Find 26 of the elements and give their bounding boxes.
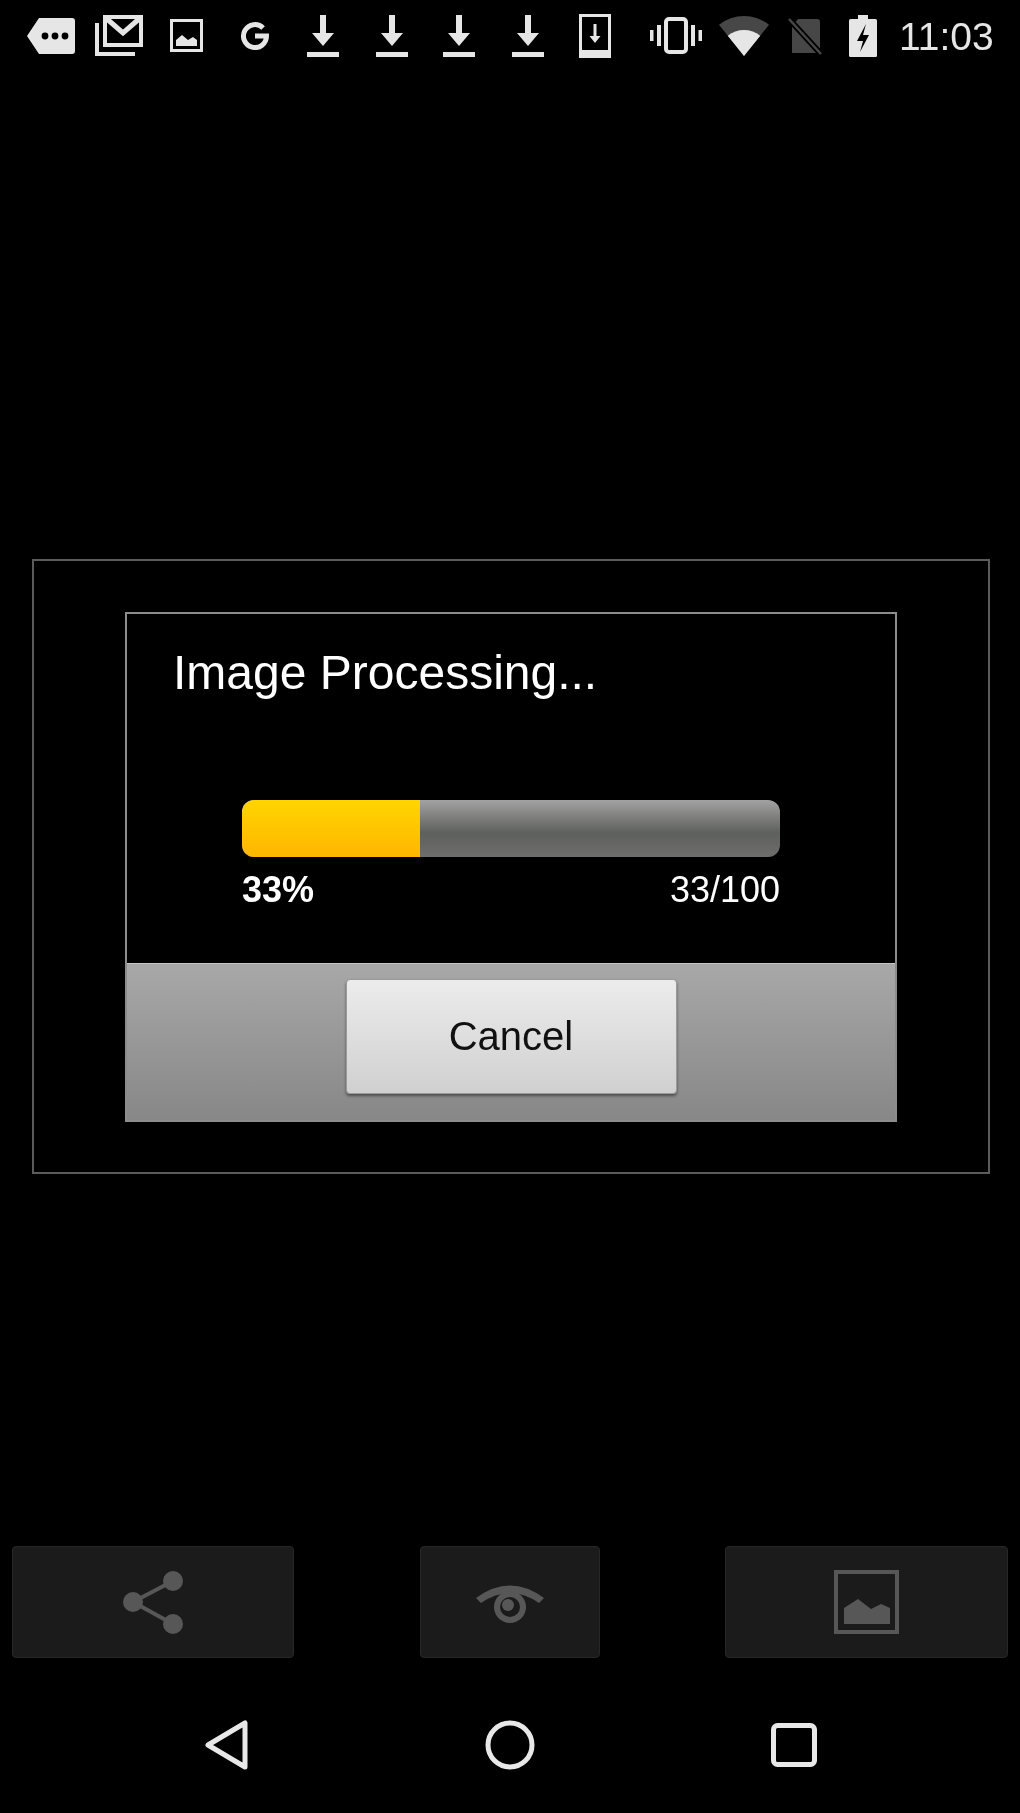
back-icon[interactable] [203,1719,249,1771]
no-sim-icon [786,15,823,56]
phone-download-icon [579,13,611,58]
image-button[interactable] [725,1546,1008,1658]
share-icon [122,1569,184,1635]
download-icon [376,14,408,57]
battery-charging-icon [849,14,877,57]
status-time: 11:03 [899,15,994,56]
mail-stack-icon [95,15,143,56]
recent-apps-icon[interactable] [770,1723,817,1767]
dialog-title: Image Processing... [172,644,599,701]
image-icon [834,1570,899,1634]
cancel-button[interactable]: Cancel [345,978,677,1094]
wifi-icon [719,15,769,56]
letter-g-icon [239,21,270,50]
download-icon [512,14,544,57]
download-icon [443,14,475,57]
home-icon[interactable] [484,1720,535,1770]
progress-percent: 33% [242,868,315,912]
image-icon [170,19,203,52]
view-button[interactable] [419,1546,600,1658]
tag-icon [27,17,75,54]
progress-count: 33/100 [669,868,780,912]
share-button[interactable] [12,1546,294,1658]
vibrate-icon [650,17,702,54]
download-icon [307,14,339,57]
